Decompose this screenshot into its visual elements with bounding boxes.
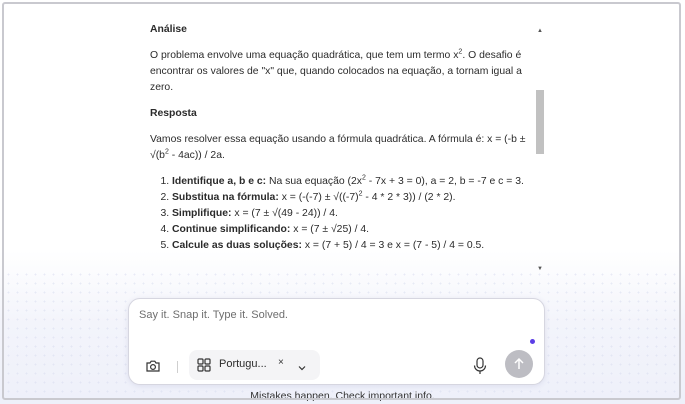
analysis-text: O problema envolve uma equação quadrátic… [150,48,522,93]
send-button[interactable] [505,350,533,378]
microphone-icon[interactable] [472,357,488,375]
list-item: Simplifique: x = (7 ± √(49 - 24)) / 4. [172,206,526,222]
language-label: Portugu... [219,358,267,370]
disclaimer-text: Mistakes happen. Check important info. [250,390,435,402]
analysis-heading: Análise [150,24,187,35]
response-content: Análise O problema envolve uma equação q… [150,22,526,272]
answer-text: Vamos resolver essa equação usando a fór… [150,134,526,161]
camera-icon[interactable] [145,358,161,374]
scroll-down-icon[interactable]: ▼ [535,264,545,274]
list-item: Substitua na fórmula: x = (-(-7) ± √((-7… [172,190,526,206]
list-item: Calcule as duas soluções: x = (7 + 5) / … [172,238,526,254]
arrow-up-icon [514,357,524,369]
language-selector[interactable]: Portugu... × [189,350,320,380]
chevron-down-icon[interactable] [297,360,307,371]
response-scrollbar[interactable]: ▲ ▼ [535,26,545,274]
answer-heading: Resposta [150,108,197,119]
composer-box: Say it. Snap it. Type it. Solved. Portug… [128,298,545,385]
solution-steps: Identifique a, b e c: Na sua equação (2x… [150,174,526,254]
clear-language-button[interactable]: × [278,357,284,368]
list-item: Continue simplificando: x = (7 ± √25) / … [172,222,526,238]
scroll-up-icon[interactable]: ▲ [535,26,545,36]
grid-icon [197,358,211,372]
status-dot [530,339,535,344]
list-item: Identifique a, b e c: Na sua equação (2x… [172,174,526,190]
divider [177,361,178,373]
prompt-input[interactable]: Say it. Snap it. Type it. Solved. [139,309,288,321]
scrollbar-thumb[interactable] [536,90,544,154]
